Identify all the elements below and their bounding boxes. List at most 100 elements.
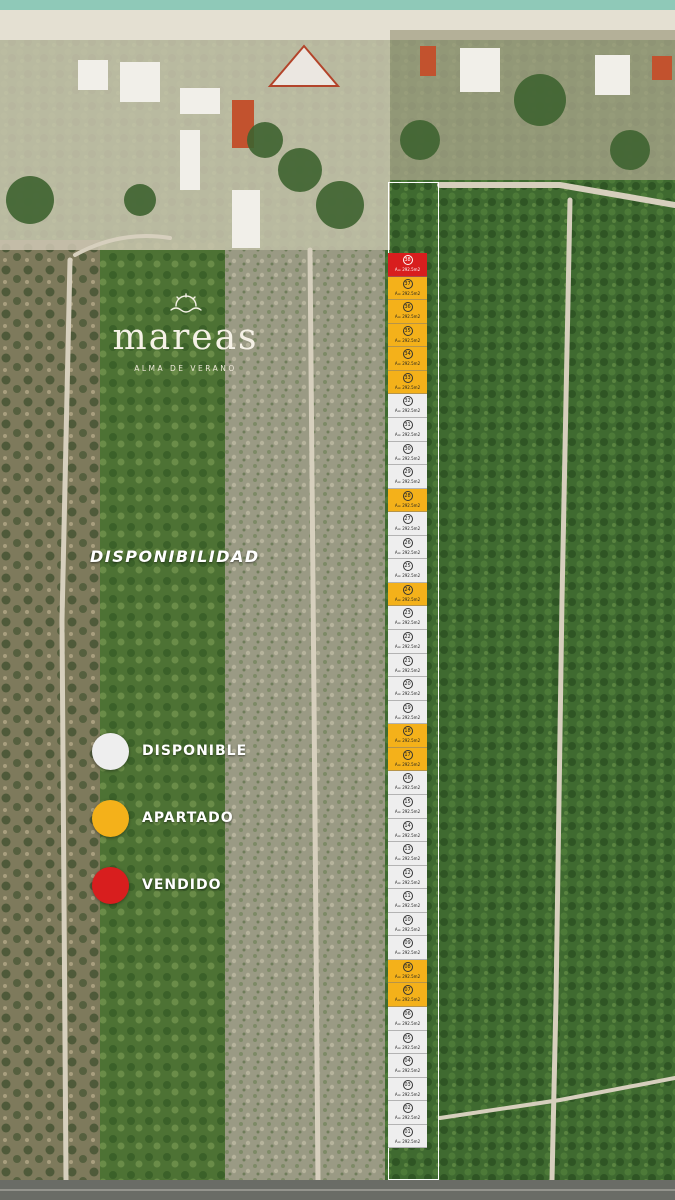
lot-number: 13: [402, 844, 413, 855]
lot-area: A= 292.5m2: [394, 479, 421, 485]
lot-area: A= 292.5m2: [394, 644, 421, 649]
lot-15[interactable]: 15 A= 292.5m2: [388, 794, 427, 819]
lot-36[interactable]: 36 A= 292.5m2: [388, 300, 427, 324]
lot-number: 24: [402, 584, 413, 595]
lot-number: 10: [402, 914, 413, 925]
aerial-map-background: [0, 0, 675, 1200]
lot-01[interactable]: 01 A= 292.5m2: [388, 1124, 427, 1149]
lot-area: A= 292.5m2: [394, 997, 421, 1003]
lot-03[interactable]: 03 A= 292.5m2: [388, 1077, 427, 1102]
lot-area: A= 292.5m2: [394, 1044, 421, 1050]
lot-28[interactable]: 28 A= 292.5m2: [388, 488, 427, 513]
lot-area: A= 292.5m2: [394, 314, 421, 320]
sun-waves-logo-icon: [169, 293, 202, 313]
lot-number: 05: [402, 1032, 413, 1043]
lot-area: A= 292.5m2: [394, 926, 421, 932]
lot-18[interactable]: 18 A= 292.5m2: [388, 724, 427, 748]
lot-number: 32: [402, 396, 413, 407]
masterplan-map: mareas ALMA DE VERANO DISPONIBILIDAD DIS…: [0, 0, 675, 1200]
lot-number: 11: [402, 891, 413, 902]
lot-number: 21: [402, 655, 413, 666]
lot-area: A= 292.5m2: [394, 973, 421, 979]
brand-name: mareas: [112, 317, 259, 358]
lot-number: 06: [402, 1009, 413, 1019]
lot-11[interactable]: 11 A= 292.5m2: [388, 889, 427, 913]
lot-area: A= 292.5m2: [394, 903, 421, 909]
lot-20[interactable]: 20 A= 292.5m2: [388, 677, 427, 701]
lot-12[interactable]: 12 A= 292.5m2: [388, 865, 427, 890]
lot-08[interactable]: 08 A= 292.5m2: [388, 959, 427, 984]
lot-33[interactable]: 33 A= 292.5m2: [388, 370, 427, 395]
lot-number: 07: [402, 985, 413, 996]
lot-area: A= 292.5m2: [394, 1091, 421, 1097]
lot-area: A= 292.5m2: [394, 667, 421, 673]
lot-area: A= 292.5m2: [394, 1138, 421, 1144]
lot-14[interactable]: 14 A= 292.5m2: [388, 818, 427, 843]
lot-19[interactable]: 19 A= 292.5m2: [388, 700, 427, 725]
lot-07[interactable]: 07 A= 292.5m2: [388, 983, 427, 1007]
lot-number: 37: [402, 278, 413, 289]
lot-number: 33: [402, 372, 413, 383]
lot-23[interactable]: 23 A= 292.5m2: [388, 606, 427, 630]
lot-25[interactable]: 25 A= 292.5m2: [388, 559, 427, 583]
lot-16[interactable]: 16 A= 292.5m2: [388, 771, 427, 795]
lot-37[interactable]: 37 A= 292.5m2: [388, 276, 427, 301]
lot-area: A= 292.5m2: [394, 691, 421, 697]
legend-label: APARTADO: [142, 810, 234, 826]
lot-area: A= 292.5m2: [394, 596, 421, 602]
lot-number: 18: [402, 726, 413, 737]
lot-34[interactable]: 34 A= 292.5m2: [388, 347, 427, 371]
lot-number: 02: [402, 1103, 413, 1114]
lot-29[interactable]: 29 A= 292.5m2: [388, 465, 427, 489]
lot-10[interactable]: 10 A= 292.5m2: [388, 912, 427, 937]
lot-area: A= 292.5m2: [394, 573, 421, 579]
lot-number: 14: [402, 820, 413, 831]
lot-24[interactable]: 24 A= 292.5m2: [388, 582, 427, 607]
legend-label: DISPONIBLE: [142, 743, 248, 759]
lot-02[interactable]: 02 A= 292.5m2: [388, 1101, 427, 1125]
lot-area: A= 292.5m2: [394, 761, 421, 767]
lot-38[interactable]: 38 A= 292.5m2: [388, 253, 427, 277]
lot-area: A= 292.5m2: [394, 785, 421, 791]
lot-number: 36: [402, 302, 413, 313]
lot-area: A= 292.5m2: [394, 1068, 421, 1074]
lot-27[interactable]: 27 A= 292.5m2: [388, 512, 427, 536]
lot-13[interactable]: 13 A= 292.5m2: [388, 842, 427, 866]
availability-title: DISPONIBILIDAD: [90, 547, 260, 566]
lot-number: 38: [402, 255, 413, 265]
lot-number: 34: [402, 349, 413, 360]
lot-area: A= 292.5m2: [394, 361, 421, 367]
lot-area: A= 292.5m2: [394, 549, 421, 555]
lot-17[interactable]: 17 A= 292.5m2: [388, 747, 427, 772]
lot-05[interactable]: 05 A= 292.5m2: [388, 1030, 427, 1055]
lot-32[interactable]: 32 A= 292.5m2: [388, 394, 427, 418]
lot-number: 04: [402, 1056, 413, 1067]
lot-number: 09: [402, 938, 413, 949]
lot-area: A= 292.5m2: [394, 738, 421, 744]
lot-number: 17: [402, 749, 413, 760]
lot-area: A= 292.5m2: [394, 620, 421, 626]
brand-tagline: ALMA DE VERANO: [134, 364, 237, 373]
legend-swatch-apartado: [92, 800, 129, 837]
lot-area: A= 292.5m2: [394, 714, 421, 720]
lot-number: 28: [402, 490, 413, 501]
lot-area: A= 292.5m2: [394, 1021, 421, 1026]
lot-09[interactable]: 09 A= 292.5m2: [388, 936, 427, 960]
legend-swatch-vendido: [92, 867, 129, 904]
lot-04[interactable]: 04 A= 292.5m2: [388, 1054, 427, 1078]
lot-area: A= 292.5m2: [394, 408, 421, 414]
lot-number: 30: [402, 443, 413, 454]
lot-30[interactable]: 30 A= 292.5m2: [388, 441, 427, 466]
lot-22[interactable]: 22 A= 292.5m2: [388, 630, 427, 654]
lot-21[interactable]: 21 A= 292.5m2: [388, 653, 427, 678]
lot-number: 31: [402, 419, 413, 430]
lot-area: A= 292.5m2: [394, 384, 421, 390]
lot-26[interactable]: 26 A= 292.5m2: [388, 535, 427, 560]
lot-number: 20: [402, 679, 413, 690]
lot-06[interactable]: 06 A= 292.5m2: [388, 1007, 427, 1031]
lot-area: A= 292.5m2: [394, 267, 421, 272]
lot-number: 35: [402, 325, 413, 336]
lot-31[interactable]: 31 A= 292.5m2: [388, 417, 427, 442]
lot-35[interactable]: 35 A= 292.5m2: [388, 323, 427, 348]
lot-number: 27: [402, 514, 413, 525]
